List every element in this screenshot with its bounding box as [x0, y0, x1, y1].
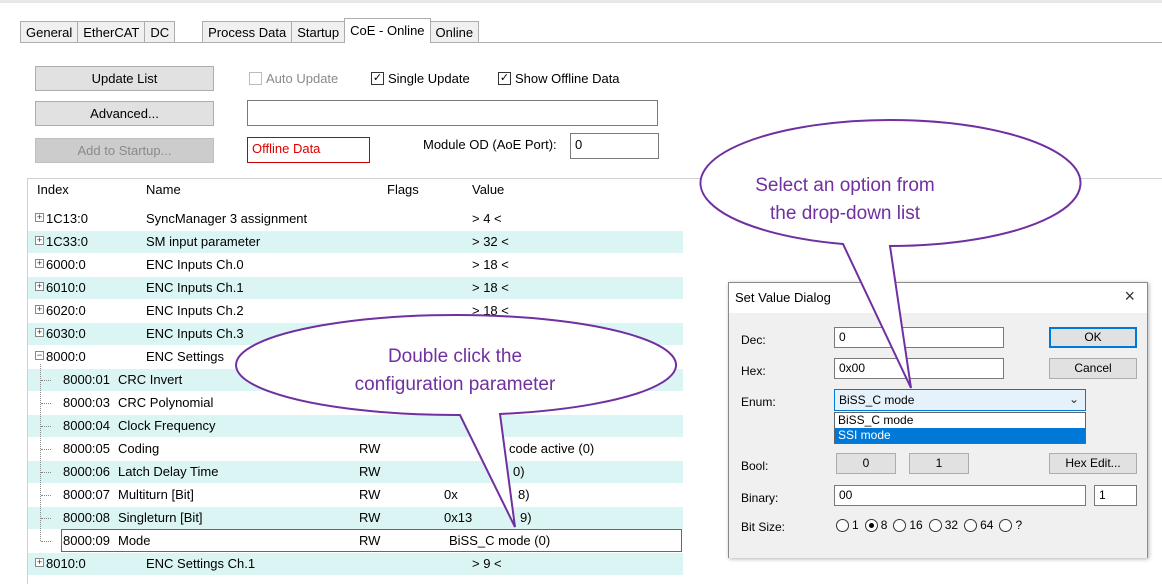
tab-coe-online[interactable]: CoE - Online	[344, 18, 431, 43]
callout-top-text: Select an option from the drop-down list	[755, 175, 935, 224]
callout-middle-text: Double click the configuration parameter	[354, 346, 556, 395]
callout-overlay	[235, 119, 1082, 528]
callout-top	[699, 119, 1082, 389]
